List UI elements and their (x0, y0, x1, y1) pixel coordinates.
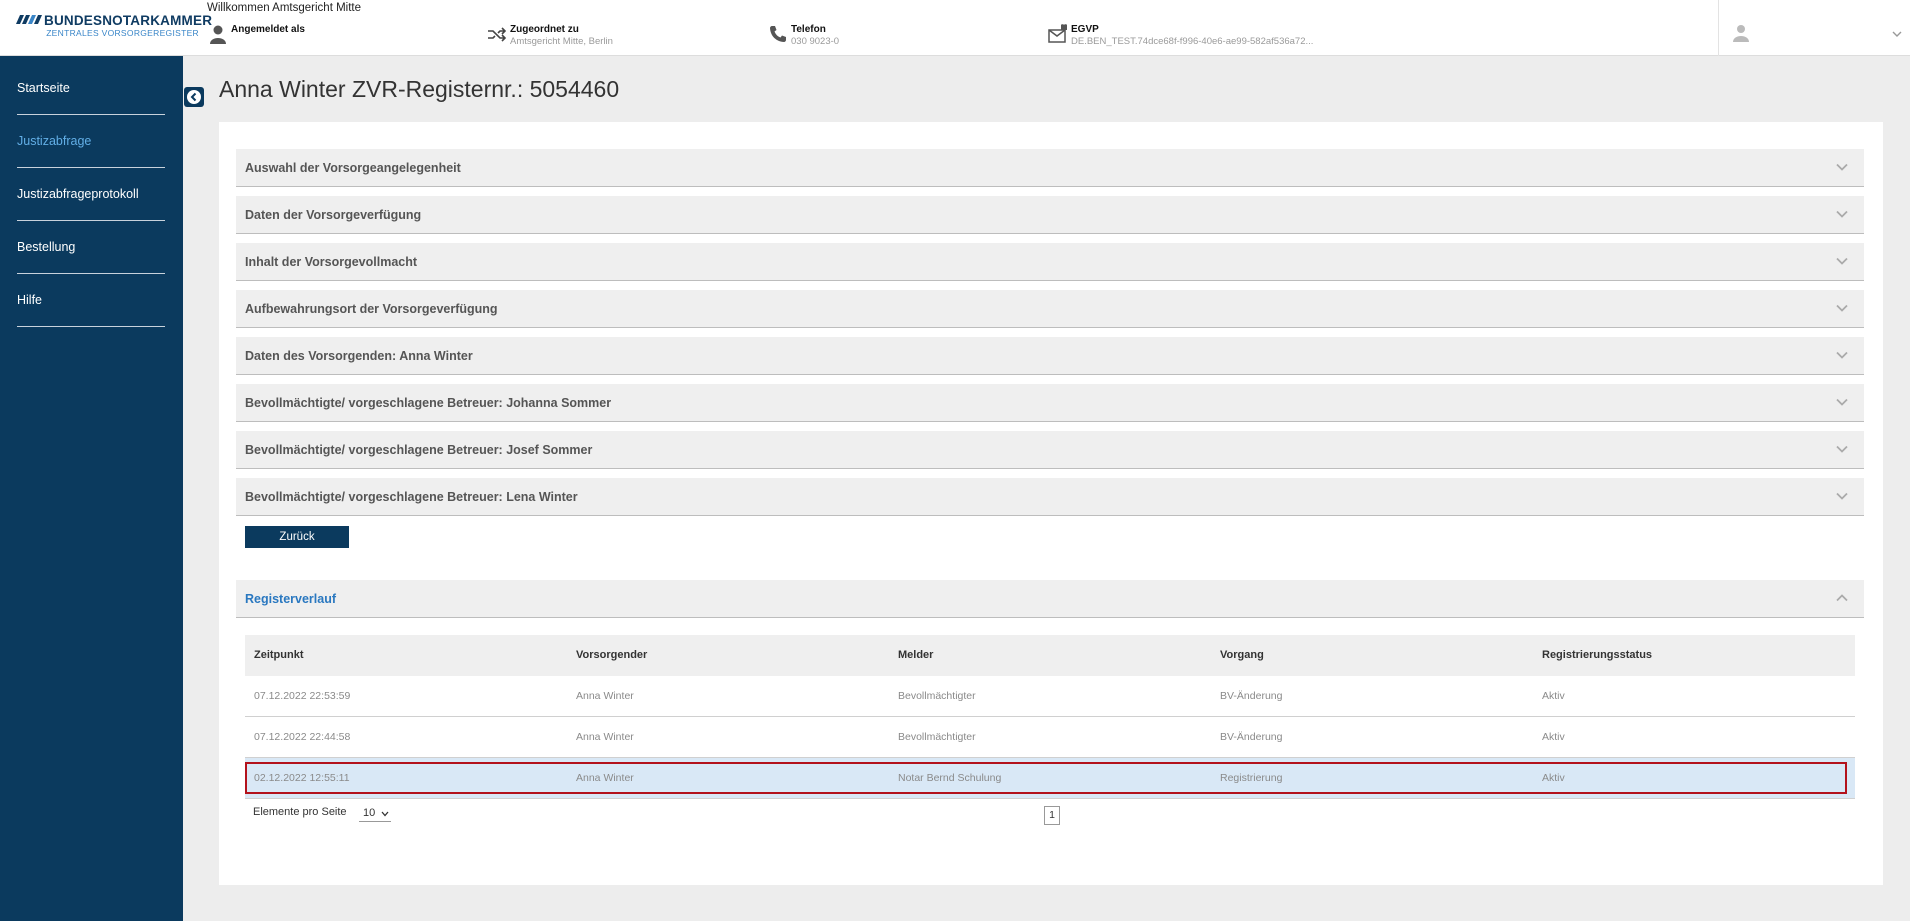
table-row[interactable]: 07.12.2022 22:53:59 Anna Winter Bevollmä… (245, 676, 1855, 717)
accordion-label: Daten des Vorsorgenden: Anna Winter (245, 349, 473, 363)
welcome-text: Willkommen Amtsgericht Mitte (207, 2, 362, 14)
phone-icon (770, 26, 786, 42)
logo-subtitle: ZENTRALES VORSORGEREGISTER (46, 28, 199, 38)
cell-status: Aktiv (1542, 690, 1565, 702)
phone-label: Telefon (791, 24, 826, 35)
cell-melder: Notar Bernd Schulung (898, 772, 1002, 784)
chevron-down-icon (1836, 351, 1848, 359)
cell-status: Aktiv (1542, 731, 1565, 743)
collapse-sidebar-button[interactable] (184, 87, 204, 107)
mail-lock-icon (1048, 24, 1067, 43)
sidebar-item-justizabfrageprotokoll[interactable]: Justizabfrageprotokoll (17, 168, 165, 221)
sidebar-item-hilfe[interactable]: Hilfe (17, 274, 165, 327)
column-header-vorsorgender[interactable]: Vorsorgender (576, 649, 647, 661)
chevron-down-icon (1836, 210, 1848, 218)
page-number-button[interactable]: 1 (1044, 806, 1060, 825)
logo-name: BUNDESNOTARKAMMER (44, 13, 213, 28)
accordion-vorsorgevollmacht[interactable]: Inhalt der Vorsorgevollmacht (236, 243, 1864, 281)
cell-vorsorgender: Anna Winter (576, 772, 634, 784)
assigned-value: Amtsgericht Mitte, Berlin (510, 36, 613, 47)
cell-zeitpunkt: 07.12.2022 22:44:58 (254, 731, 351, 743)
page-title: Anna Winter ZVR-Registernr.: 5054460 (219, 76, 620, 102)
table-header: Zeitpunkt Vorsorgender Melder Vorgang Re… (245, 635, 1855, 676)
content-card: Auswahl der Vorsorgeangelegenheit Daten … (219, 122, 1883, 885)
cell-status: Aktiv (1542, 772, 1565, 784)
phone-value: 030 9023-0 (791, 36, 840, 47)
logo-stripes-icon (16, 15, 42, 24)
accordion-label: Bevollmächtigte/ vorgeschlagene Betreuer… (245, 490, 578, 504)
chevron-down-icon (381, 811, 389, 817)
selection-outline (245, 762, 1847, 794)
cell-vorgang: Registrierung (1220, 772, 1283, 784)
chevron-down-icon (1836, 304, 1848, 312)
table-row-selected[interactable]: 02.12.2022 12:55:11 Anna Winter Notar Be… (245, 758, 1855, 799)
registerverlauf-title: Registerverlauf (245, 592, 337, 606)
back-button[interactable]: Zurück (245, 526, 349, 548)
cell-vorsorgender: Anna Winter (576, 731, 634, 743)
chevron-left-icon (187, 90, 201, 104)
chevron-down-icon (1836, 492, 1848, 500)
cell-zeitpunkt: 07.12.2022 22:53:59 (254, 690, 351, 702)
accordion-label: Aufbewahrungsort der Vorsorgeverfügung (245, 302, 498, 316)
page-size-select[interactable]: 10 (359, 806, 391, 822)
chevron-down-icon (1836, 398, 1848, 406)
accordion-betreuer-johanna-sommer[interactable]: Bevollmächtigte/ vorgeschlagene Betreuer… (236, 384, 1864, 422)
cell-melder: Bevollmächtigter (898, 690, 976, 702)
accordion-betreuer-josef-sommer[interactable]: Bevollmächtigte/ vorgeschlagene Betreuer… (236, 431, 1864, 469)
accordion-vorsorgender[interactable]: Daten des Vorsorgenden: Anna Winter (236, 337, 1864, 375)
chevron-up-icon (1836, 594, 1848, 602)
logged-in-label: Angemeldet als (231, 24, 305, 35)
cell-melder: Bevollmächtigter (898, 731, 976, 743)
page-size-value: 10 (363, 807, 376, 819)
chevron-down-icon (1836, 163, 1848, 171)
egvp-label: EGVP (1071, 24, 1099, 35)
user-icon (210, 25, 226, 44)
chevron-down-icon (1836, 445, 1848, 453)
cell-vorsorgender: Anna Winter (576, 690, 634, 702)
accordion-betreuer-lena-winter[interactable]: Bevollmächtigte/ vorgeschlagene Betreuer… (236, 478, 1864, 516)
chevron-down-icon (1892, 31, 1902, 37)
accordion-aufbewahrungsort[interactable]: Aufbewahrungsort der Vorsorgeverfügung (236, 290, 1864, 328)
chevron-down-icon (1836, 257, 1848, 265)
accordion-label: Daten der Vorsorgeverfügung (245, 208, 422, 222)
accordion-label: Bevollmächtigte/ vorgeschlagene Betreuer… (245, 396, 612, 410)
logo: BUNDESNOTARKAMMER ZENTRALES VORSORGEREGI… (16, 13, 212, 43)
user-icon (1733, 25, 1749, 42)
sidebar-item-startseite[interactable]: Startseite (17, 62, 165, 115)
user-menu[interactable] (1718, 0, 1910, 56)
accordion-vorsorgeverfuegung[interactable]: Daten der Vorsorgeverfügung (236, 196, 1864, 234)
accordion-label: Auswahl der Vorsorgeangelegenheit (245, 161, 461, 175)
top-header: BUNDESNOTARKAMMER ZENTRALES VORSORGEREGI… (0, 0, 1910, 56)
egvp-value: DE.BEN_TEST.74dce68f-f996-40e6-ae99-582a… (1071, 36, 1314, 47)
accordion-registerverlauf[interactable]: Registerverlauf (236, 580, 1864, 618)
sidebar-item-bestellung[interactable]: Bestellung (17, 221, 165, 274)
shuffle-icon (488, 27, 507, 42)
sidebar: Startseite Justizabfrage Justizabfragepr… (0, 56, 183, 921)
table-row[interactable]: 07.12.2022 22:44:58 Anna Winter Bevollmä… (245, 717, 1855, 758)
assigned-label: Zugeordnet zu (510, 24, 579, 35)
column-header-registrierungsstatus[interactable]: Registrierungsstatus (1542, 649, 1652, 661)
column-header-vorgang[interactable]: Vorgang (1220, 649, 1264, 661)
page-size-label: Elemente pro Seite (253, 806, 347, 818)
sidebar-item-justizabfrage[interactable]: Justizabfrage (17, 115, 165, 168)
accordion-vorsorgeangelegenheit[interactable]: Auswahl der Vorsorgeangelegenheit (236, 149, 1864, 187)
accordion-label: Bevollmächtigte/ vorgeschlagene Betreuer… (245, 443, 593, 457)
cell-zeitpunkt: 02.12.2022 12:55:11 (254, 772, 350, 784)
accordion-label: Inhalt der Vorsorgevollmacht (245, 255, 418, 269)
column-header-zeitpunkt[interactable]: Zeitpunkt (254, 649, 304, 661)
column-header-melder[interactable]: Melder (898, 649, 933, 661)
cell-vorgang: BV-Änderung (1220, 731, 1283, 743)
cell-vorgang: BV-Änderung (1220, 690, 1283, 702)
